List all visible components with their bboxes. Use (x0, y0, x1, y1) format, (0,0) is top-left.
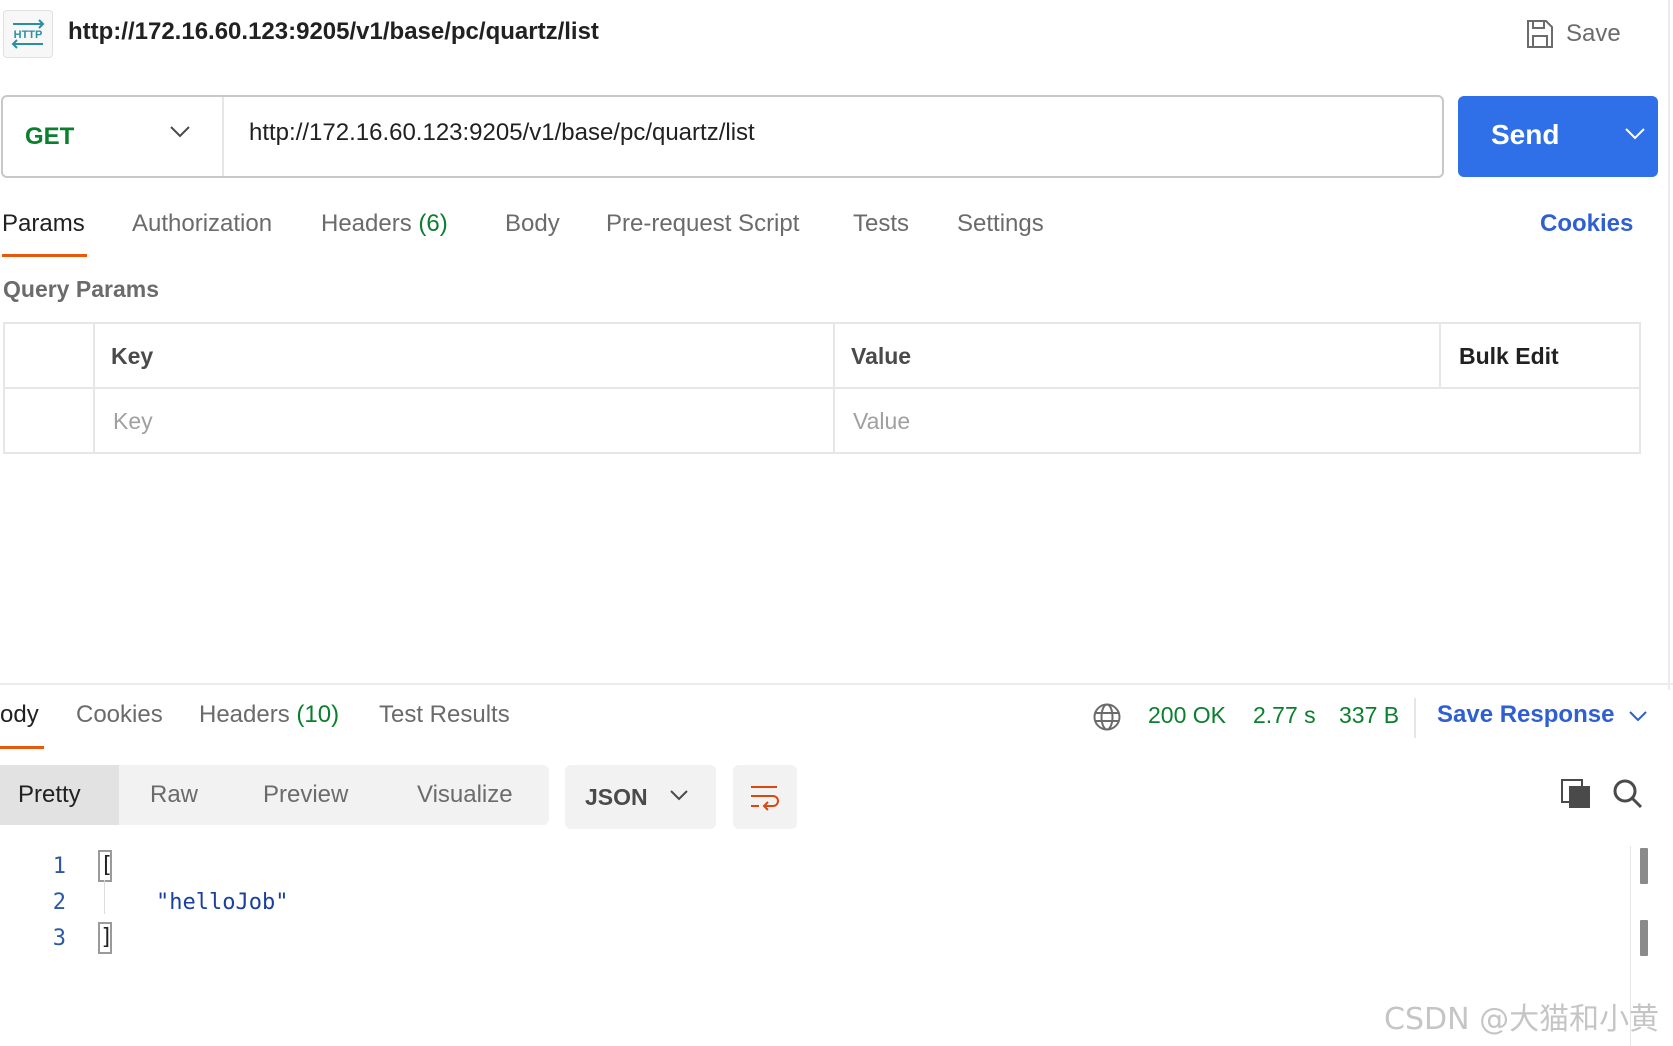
save-icon (1527, 20, 1553, 48)
url-bar: GET http://172.16.60.123:9205/v1/base/pc… (1, 95, 1444, 178)
watermark: CSDN @大猫和小黄 (1384, 1002, 1660, 1037)
format-raw[interactable]: Raw (150, 765, 198, 825)
indent-guide (104, 880, 105, 914)
code-line-string: "helloJob" (156, 890, 289, 915)
response-resize-handle[interactable] (0, 683, 1673, 685)
code-bracket-open: [ (98, 850, 112, 882)
resp-tab-headers[interactable]: Headers (10) (199, 701, 339, 729)
bulk-edit-cell: Bulk Edit (1439, 324, 1639, 387)
format-pretty[interactable]: Pretty (0, 765, 119, 825)
http-request-icon: HTTP (3, 10, 53, 58)
format-toggle-group: Pretty Raw Preview Visualize (0, 765, 549, 825)
language-select[interactable]: JSON (565, 765, 716, 829)
wrap-lines-icon (751, 786, 779, 811)
send-label: Send (1491, 119, 1560, 150)
globe-icon[interactable] (1092, 702, 1122, 732)
format-visualize[interactable]: Visualize (417, 765, 513, 825)
value-input[interactable]: Value (853, 408, 910, 435)
request-tabs: Params Authorization Headers (6) Body Pr… (0, 200, 1673, 260)
bulk-edit-button[interactable]: Bulk Edit (1459, 343, 1559, 370)
resp-tab-body[interactable]: ody (0, 701, 39, 729)
line-number: 3 (52, 926, 66, 951)
status-code[interactable]: 200 OK (1148, 702, 1226, 729)
method-label: GET (25, 122, 75, 150)
tab-authorization[interactable]: Authorization (132, 210, 272, 238)
tab-settings[interactable]: Settings (957, 210, 1044, 238)
resp-tab-cookies[interactable]: Cookies (76, 701, 163, 729)
tab-headers-count: (6) (418, 210, 448, 237)
tab-params[interactable]: Params (2, 210, 85, 238)
value-cell: Value (833, 389, 1639, 454)
format-preview[interactable]: Preview (263, 765, 348, 825)
response-size[interactable]: 337 B (1339, 702, 1399, 729)
divider (1414, 698, 1416, 738)
params-header-row: Key Value Bulk Edit (5, 324, 1639, 389)
chevron-down-icon (670, 790, 688, 801)
response-tabs: ody Cookies Headers (10) Test Results 20… (0, 690, 1673, 752)
chevron-down-icon[interactable] (1628, 710, 1648, 722)
chevron-down-icon (170, 126, 190, 138)
save-label: Save (1566, 20, 1621, 47)
request-title: http://172.16.60.123:9205/v1/base/pc/qua… (68, 18, 599, 45)
resp-tab-headers-count: (10) (296, 701, 340, 728)
save-response-button[interactable]: Save Response (1437, 701, 1614, 729)
resp-tab-headers-label: Headers (199, 701, 290, 728)
request-title-bar: HTTP http://172.16.60.123:9205/v1/base/p… (0, 0, 1673, 64)
save-button[interactable]: Save (1526, 14, 1621, 54)
panel-edge (1668, 0, 1670, 690)
tab-pre-request-script[interactable]: Pre-request Script (606, 210, 799, 238)
scrollbar-marker[interactable] (1640, 848, 1648, 884)
search-icon[interactable] (1612, 778, 1644, 810)
active-resp-tab-indicator (0, 746, 44, 749)
copy-icon[interactable] (1560, 778, 1592, 810)
resp-tab-test-results[interactable]: Test Results (379, 701, 510, 729)
value-column-header: Value (833, 324, 1439, 387)
postman-request-view: HTTP http://172.16.60.123:9205/v1/base/p… (0, 0, 1673, 1046)
tab-headers[interactable]: Headers (6) (321, 210, 448, 238)
wrap-lines-button[interactable] (733, 765, 797, 829)
tab-headers-label: Headers (321, 210, 412, 237)
response-time[interactable]: 2.77 s (1253, 702, 1316, 729)
tab-tests[interactable]: Tests (853, 210, 909, 238)
tab-body[interactable]: Body (505, 210, 560, 238)
key-cell: Key (93, 389, 833, 454)
line-number: 1 (52, 854, 66, 879)
code-bracket-close: ] (98, 922, 112, 954)
language-label: JSON (585, 784, 648, 810)
url-input[interactable]: http://172.16.60.123:9205/v1/base/pc/qua… (249, 119, 755, 147)
line-number: 2 (52, 890, 66, 915)
method-select[interactable]: GET (3, 97, 224, 176)
send-button[interactable]: Send (1458, 96, 1658, 177)
cookies-link[interactable]: Cookies (1540, 210, 1633, 238)
key-input[interactable]: Key (113, 408, 153, 435)
scrollbar-marker[interactable] (1640, 920, 1648, 956)
send-options-chevron-icon[interactable] (1624, 127, 1646, 141)
params-empty-row: Key Value (5, 389, 1639, 454)
query-params-title: Query Params (3, 276, 159, 302)
active-tab-indicator (2, 254, 87, 257)
query-params-table: Key Value Bulk Edit Key Value (3, 322, 1641, 454)
key-header: Key (111, 343, 154, 369)
key-column-header: Key (93, 324, 833, 387)
value-header: Value (851, 343, 912, 369)
http-badge-text: HTTP (14, 29, 43, 41)
